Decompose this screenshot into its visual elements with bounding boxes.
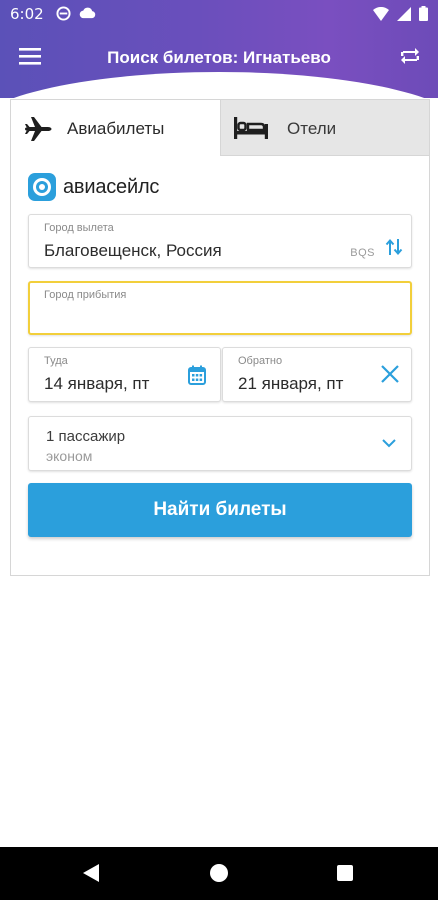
return-value: 21 января, пт bbox=[238, 374, 344, 393]
cloud-icon bbox=[79, 7, 96, 19]
origin-caption: Город вылета bbox=[44, 222, 114, 234]
airplane-icon bbox=[25, 117, 52, 141]
return-caption: Обратно bbox=[238, 355, 283, 367]
status-time: 6:02 bbox=[10, 5, 44, 23]
page-title: Поиск билетов: Игнатьево bbox=[107, 48, 331, 67]
search-tickets-button[interactable]: Найти билеты bbox=[28, 483, 412, 537]
recents-icon[interactable] bbox=[337, 865, 353, 881]
tab-bar: Авиабилеты Отели bbox=[11, 100, 429, 156]
brand-name: авиасейлс bbox=[63, 175, 160, 198]
depart-date-field[interactable]: Туда 14 января, пт bbox=[28, 347, 221, 402]
tab-flights-label: Авиабилеты bbox=[67, 119, 165, 138]
swap-directions-icon[interactable] bbox=[385, 237, 403, 257]
repeat-icon bbox=[401, 48, 419, 64]
do-not-disturb-icon bbox=[56, 6, 71, 21]
back-icon[interactable] bbox=[82, 863, 100, 883]
origin-field[interactable]: Город вылета Благовещенск, Россия BQS bbox=[28, 214, 412, 268]
battery-icon bbox=[419, 6, 428, 21]
close-icon[interactable] bbox=[379, 363, 401, 385]
signal-icon bbox=[397, 6, 411, 21]
system-nav-bar bbox=[0, 847, 438, 900]
calendar-icon[interactable] bbox=[188, 365, 206, 385]
reverse-route-button[interactable] bbox=[398, 44, 424, 70]
passengers-field[interactable]: 1 пассажир эконом bbox=[28, 416, 412, 471]
origin-value: Благовещенск, Россия bbox=[44, 241, 222, 260]
home-icon[interactable] bbox=[210, 864, 228, 882]
tab-hotels[interactable]: Отели bbox=[221, 100, 429, 156]
search-card: Авиабилеты Отели авиасейлс Город вылета … bbox=[10, 99, 430, 576]
tab-flights[interactable]: Авиабилеты bbox=[11, 100, 221, 156]
chevron-down-icon bbox=[382, 439, 396, 448]
aviasales-logo-icon bbox=[28, 173, 56, 201]
passenger-count: 1 пассажир bbox=[46, 428, 126, 445]
status-bar: 6:02 bbox=[0, 0, 438, 28]
wifi-icon bbox=[373, 6, 389, 21]
depart-caption: Туда bbox=[44, 355, 68, 367]
brand: авиасейлс bbox=[27, 172, 159, 202]
destination-field[interactable]: Город прибытия bbox=[28, 281, 412, 335]
destination-caption: Город прибытия bbox=[44, 289, 127, 301]
app-bar: Поиск билетов: Игнатьево bbox=[0, 28, 438, 88]
origin-airport-code: BQS bbox=[350, 247, 375, 259]
tab-hotels-label: Отели bbox=[287, 119, 337, 138]
return-date-field[interactable]: Обратно 21 января, пт bbox=[222, 347, 412, 402]
bed-icon bbox=[234, 117, 268, 139]
depart-value: 14 января, пт bbox=[44, 374, 150, 393]
cabin-class: эконом bbox=[46, 448, 93, 464]
header-background: 6:02 Поиск билетов: Игнатьево bbox=[0, 0, 438, 98]
